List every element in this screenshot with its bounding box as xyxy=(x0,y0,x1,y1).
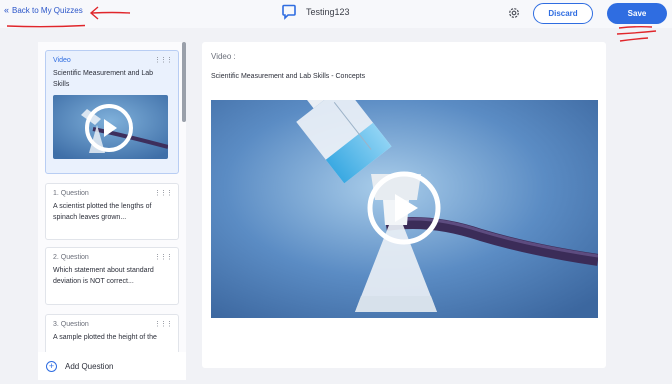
list-item-video[interactable]: Video ⋮⋮⋮ Scientific Measurement and Lab… xyxy=(45,50,179,174)
item-text: Which statement about standard deviation… xyxy=(53,267,154,285)
video-title: Scientific Measurement and Lab Skills - … xyxy=(211,73,366,80)
back-to-quizzes-link[interactable]: « Back to My Quizzes xyxy=(4,5,83,16)
red-underline-annotation xyxy=(6,24,86,28)
question-list-panel: Video ⋮⋮⋮ Scientific Measurement and Lab… xyxy=(38,42,186,352)
back-chevron-icon: « xyxy=(4,5,10,15)
video-thumbnail[interactable] xyxy=(53,95,168,159)
list-item-question-3[interactable]: 3. Question ⋮⋮⋮ A sample plotted the hei… xyxy=(45,314,179,352)
item-text: Scientific Measurement and Lab Skills xyxy=(53,70,153,88)
section-label: Video : xyxy=(211,52,236,61)
list-item-question-2[interactable]: 2. Question ⋮⋮⋮ Which statement about st… xyxy=(45,247,179,305)
add-question-label: Add Question xyxy=(65,361,114,371)
item-text: A scientist plotted the lengths of spina… xyxy=(53,203,152,221)
drag-dots-icon[interactable]: ⋮⋮⋮ xyxy=(154,56,173,64)
gear-icon[interactable] xyxy=(507,6,521,20)
item-text: A sample plotted the height of the xyxy=(53,334,157,341)
chat-bubble-logo-icon xyxy=(282,4,296,20)
red-scribble-annotation xyxy=(616,25,657,42)
quiz-title: Testing123 xyxy=(306,7,350,17)
drag-dots-icon[interactable]: ⋮⋮⋮ xyxy=(154,189,173,197)
list-item-question-1[interactable]: 1. Question ⋮⋮⋮ A scientist plotted the … xyxy=(45,183,179,240)
back-link-label: Back to My Quizzes xyxy=(12,6,83,15)
drag-dots-icon[interactable]: ⋮⋮⋮ xyxy=(154,320,173,328)
drag-dots-icon[interactable]: ⋮⋮⋮ xyxy=(154,253,173,261)
quiz-brand: Testing123 xyxy=(282,4,350,20)
discard-button[interactable]: Discard xyxy=(533,3,593,24)
save-button[interactable]: Save xyxy=(607,3,667,24)
red-arrow-annotation xyxy=(89,6,131,20)
add-question-button[interactable]: + Add Question xyxy=(38,352,186,380)
video-player[interactable] xyxy=(211,100,598,318)
editor-panel: Video : Scientific Measurement and Lab S… xyxy=(202,42,606,368)
list-scrollbar[interactable] xyxy=(182,42,186,122)
plus-circle-icon: + xyxy=(46,360,57,372)
